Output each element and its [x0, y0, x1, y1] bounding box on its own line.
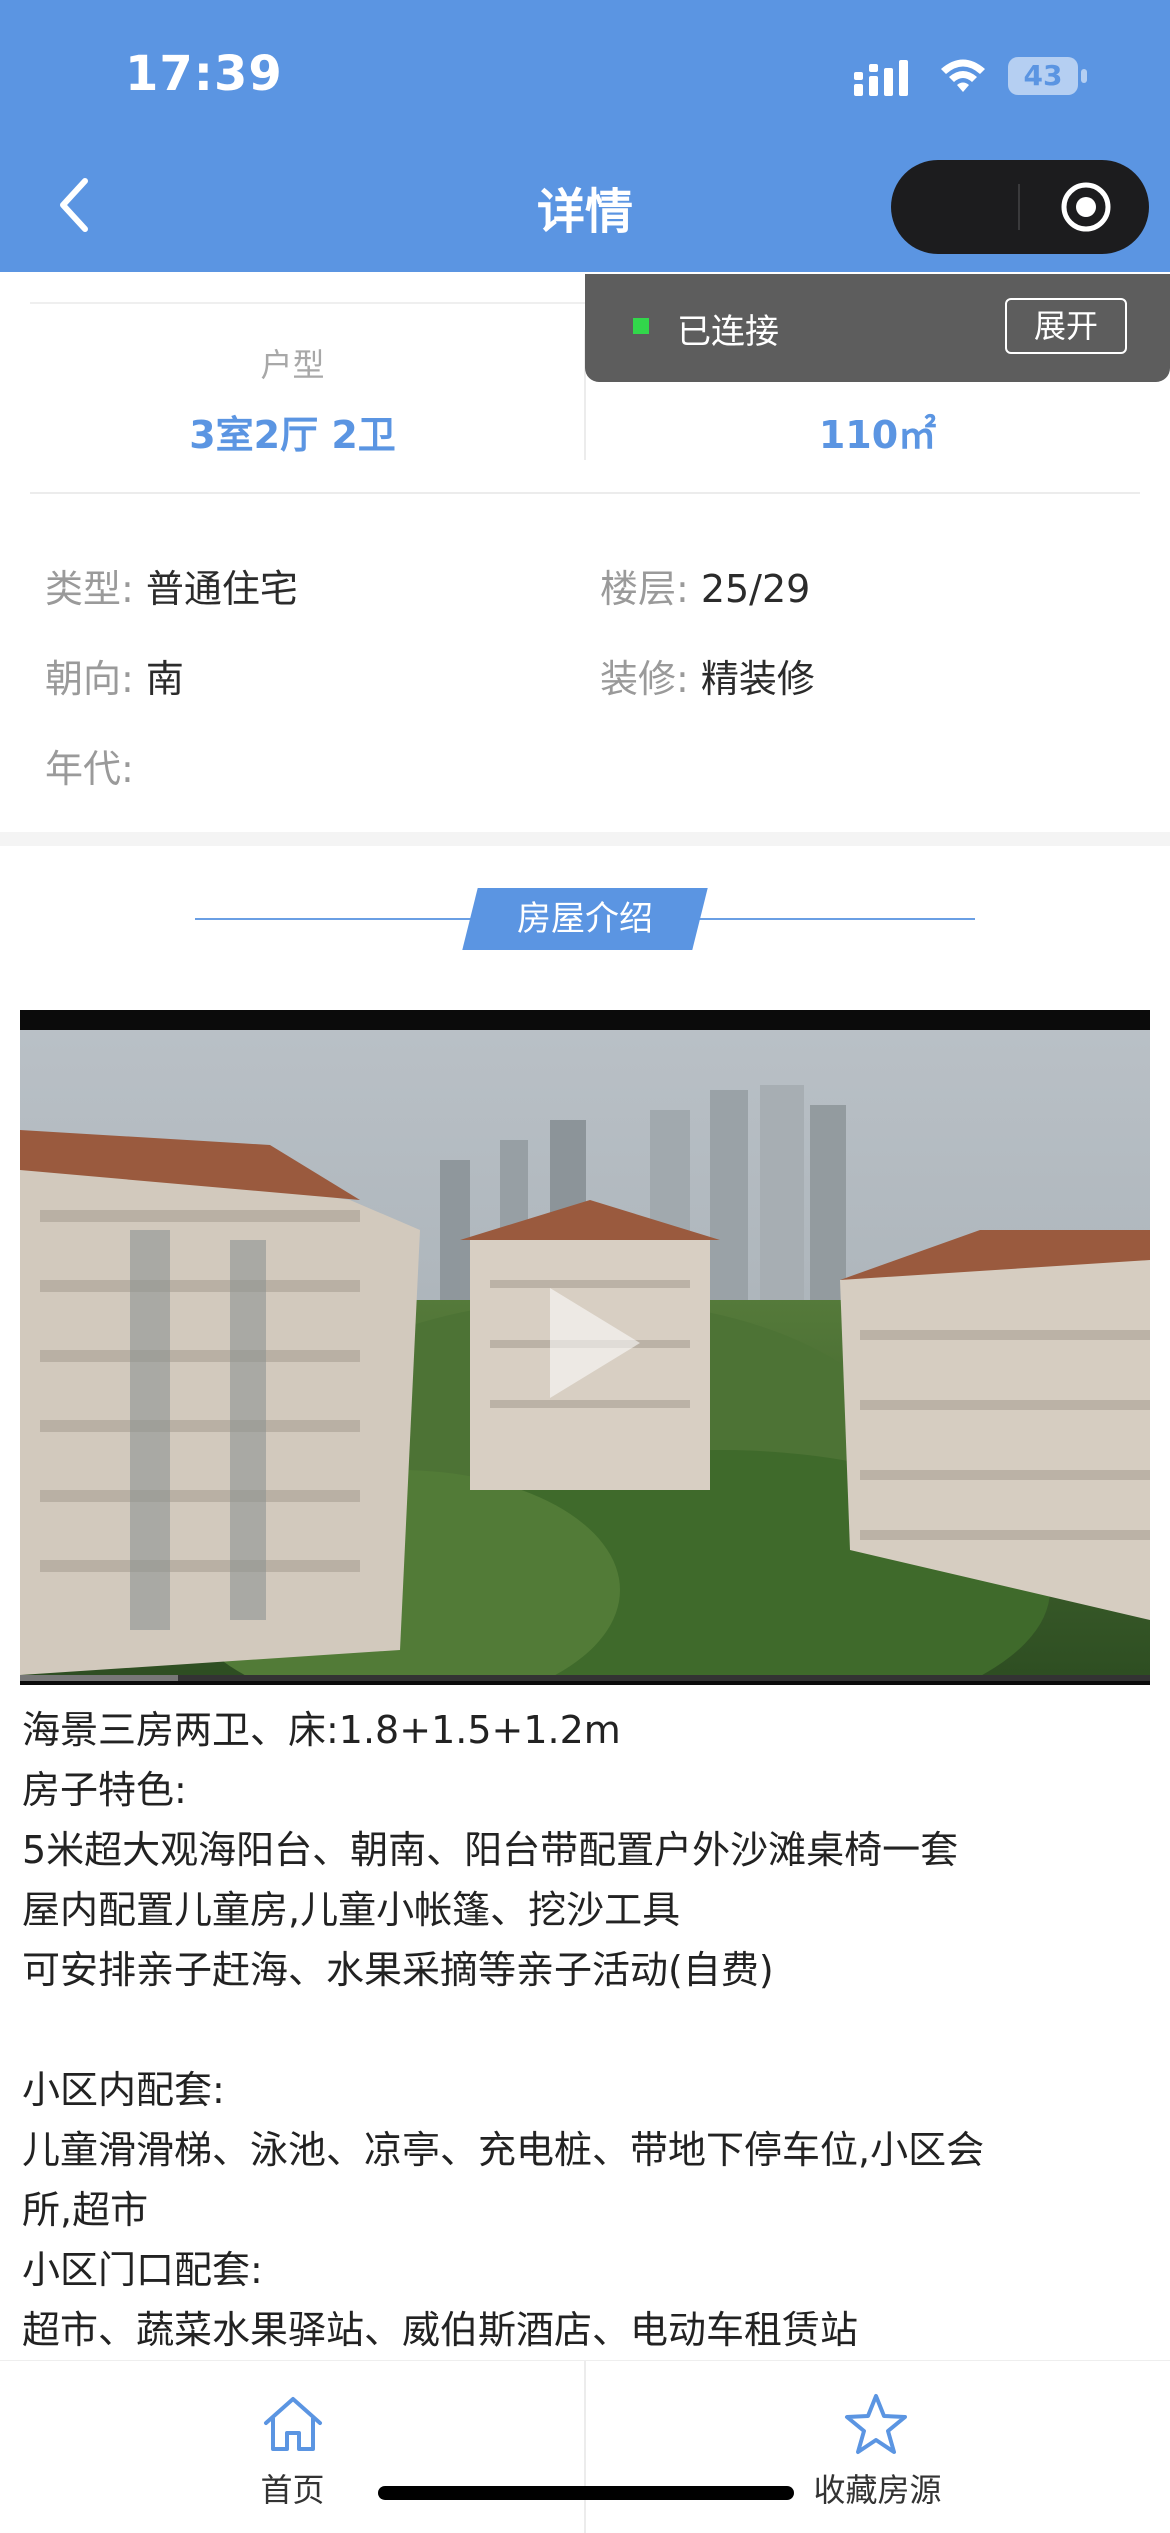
description-line: 小区门口配套:: [22, 2248, 263, 2292]
description-line: 所,超市: [22, 2188, 149, 2232]
star-icon: [845, 2394, 907, 2454]
tab-bar: 首页 收藏房源: [0, 2360, 1170, 2533]
more-menu-button[interactable]: [891, 160, 1018, 254]
tab-favorites[interactable]: 收藏房源: [585, 2361, 1170, 2533]
layout-label: 户型: [260, 346, 325, 384]
mini-program-capsule: [891, 160, 1149, 254]
layout-stat: 户型 3室2厅 2卫: [0, 340, 585, 459]
connected-indicator: [633, 318, 649, 334]
status-time: 17:39: [125, 46, 283, 102]
attr-year: 年代:: [45, 747, 134, 791]
layout-value: 3室2厅 2卫: [189, 413, 396, 457]
connection-status-panel: 已连接 展开: [585, 274, 1170, 382]
tab-home[interactable]: 首页: [0, 2361, 585, 2533]
battery-icon: 43: [1008, 57, 1088, 95]
description-line: 房子特色:: [22, 1768, 187, 1812]
attr-orientation: 朝向: 南: [45, 657, 184, 701]
description-line: 小区内配套:: [22, 2068, 225, 2112]
description-line: 儿童滑滑梯、泳池、凉亭、充电桩、带地下停车位,小区会: [22, 2128, 985, 2172]
house-description: 海景三房两卫、床:1.8+1.5+1.2m 房子特色: 5米超大观海阳台、朝南、阳台…: [22, 1700, 1148, 2360]
description-line: 屋内配置儿童房,儿童小帐篷、挖沙工具: [22, 1888, 681, 1932]
area-value: 110㎡: [818, 413, 937, 457]
header-bar: 17:39 43 详情: [0, 0, 1170, 272]
play-icon[interactable]: [510, 1268, 660, 1418]
section-title: 房屋介绍: [517, 899, 653, 939]
attr-floor: 楼层: 25/29: [600, 567, 811, 611]
expand-button[interactable]: 展开: [1005, 298, 1127, 354]
wifi-icon: [941, 59, 985, 92]
description-line: 5米超大观海阳台、朝南、阳台带配置户外沙滩桌椅一套: [22, 1828, 959, 1872]
home-icon: [264, 2397, 322, 2451]
attr-type: 类型: 普通住宅: [45, 567, 298, 611]
battery-level: 43: [1023, 59, 1063, 92]
description-line: 海景三房两卫、床:1.8+1.5+1.2m: [22, 1708, 621, 1752]
connection-status-text: 已连接: [677, 312, 779, 352]
target-icon[interactable]: [1059, 180, 1113, 234]
description-line: 超市、蔬菜水果驿站、威伯斯酒店、电动车租赁站: [22, 2308, 859, 2352]
home-indicator: [378, 2486, 794, 2500]
attr-decoration: 装修: 精装修: [600, 657, 815, 701]
cellular-signal-icon: [854, 60, 908, 96]
description-line: 可安排亲子赶海、水果采摘等亲子活动(自费): [22, 1948, 774, 1992]
house-video[interactable]: [20, 1010, 1150, 1685]
video-progress-bar[interactable]: [20, 1675, 1150, 1681]
description-line: [22, 2000, 1148, 2060]
